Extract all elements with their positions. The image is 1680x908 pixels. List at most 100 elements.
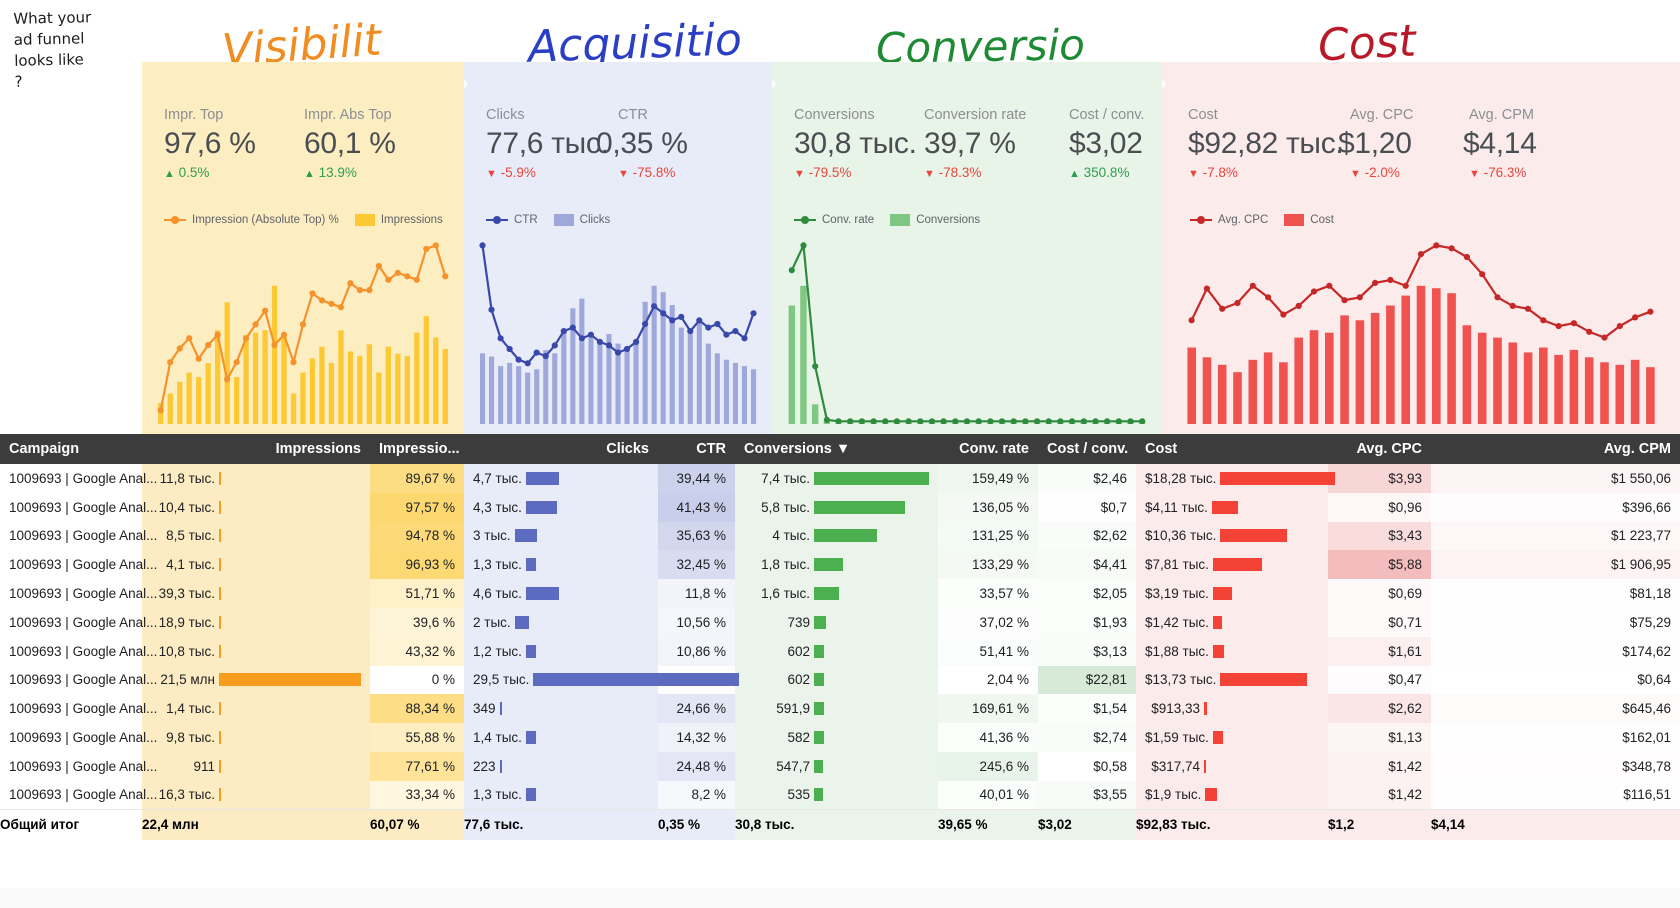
kpi-ctr: CTR 0,35 % ▼ -75.8% <box>596 106 736 183</box>
inline-bar <box>525 644 537 658</box>
cell-value: 16,3 тыс. <box>158 787 215 803</box>
table-row[interactable]: 1009693 | Google Anal... 21,5 млн 0 % 29,5 … <box>0 665 1680 695</box>
table-row[interactable]: 1009693 | Google Anal... 18,9 тыс. 39,6 % 2… <box>0 607 1680 637</box>
panel-cost[interactable]: Cost $92,82 тыс. ▼ -7.8% Avg. CPC $1,20 … <box>1162 62 1680 434</box>
kpi-label: Conversion rate <box>924 107 1027 123</box>
value-with-bar: 11,8 тыс. <box>151 471 361 486</box>
table-row[interactable]: 1009693 | Google Anal... 10,8 тыс. 43,32 %… <box>0 636 1680 666</box>
cell-impression-share: 94,78 % <box>370 521 464 551</box>
kpi-delta: ▼ -7.8% <box>1188 165 1238 180</box>
column-header-avg_cpm[interactable]: Avg. CPM <box>1431 434 1680 464</box>
cell-cost-per-conv: $2,74 <box>1038 723 1136 752</box>
column-header-cost[interactable]: Cost <box>1136 434 1328 464</box>
cell-value: 10,8 тыс. <box>158 643 215 659</box>
inline-bar <box>533 673 740 687</box>
inline-bar <box>814 558 843 572</box>
chart-cost <box>1184 232 1658 424</box>
total-cell-campaign: Общий итог <box>0 809 142 840</box>
cell-avg-cpm: $396,66 <box>1431 492 1680 522</box>
inline-bar-track <box>525 644 649 658</box>
kpi-avg-cpm: Avg. CPM $4,14 ▼ -76.3% <box>1463 106 1593 183</box>
value-with-bar: 8,5 тыс. <box>151 528 361 543</box>
table-row[interactable]: 1009693 | Google Anal... 39,3 тыс. 51,71 %… <box>0 579 1680 608</box>
inline-bar-track <box>219 587 361 601</box>
inline-bar-track <box>1205 788 1319 802</box>
total-cell-ctr: 0,35 % <box>658 809 735 840</box>
inline-bar <box>1220 471 1336 485</box>
cell-value: $1,9 тыс. <box>1145 787 1202 803</box>
value-with-bar: 582 <box>744 730 929 745</box>
cell-avg-cpm: $174,62 <box>1431 636 1680 666</box>
cell-value: 1,8 тыс. <box>761 557 810 573</box>
inline-bar <box>1212 731 1224 745</box>
inline-bar <box>219 731 221 745</box>
cell-value: 739 <box>787 614 810 630</box>
table-row[interactable]: 1009693 | Google Anal... 10,4 тыс. 97,57 %… <box>0 492 1680 522</box>
inline-bar-track <box>814 529 929 543</box>
cell-ctr: 39,44 % <box>658 464 735 493</box>
cell-avg-cpm: $0,64 <box>1431 665 1680 695</box>
inline-bar <box>525 500 557 514</box>
kpi-delta-value: -75.8% <box>632 165 676 180</box>
kpi-delta-value: -76.3% <box>1483 165 1527 180</box>
cell-value: 1,3 тыс. <box>473 787 522 803</box>
inline-bar-track <box>1212 558 1319 572</box>
table-header-row[interactable]: Campaign Impressions Impressio... Clicks CTR… <box>0 434 1680 464</box>
inline-bar-track <box>814 759 929 773</box>
chart-conversions <box>786 232 1148 424</box>
column-header-clicks[interactable]: Clicks <box>464 434 658 464</box>
kpi-label: Cost <box>1188 107 1218 123</box>
cell-cost: $1,42 тыс. <box>1136 607 1328 637</box>
value-with-bar: 2 тыс. <box>473 615 649 630</box>
column-header-ctr[interactable]: CTR <box>658 434 735 464</box>
panel-acquisition[interactable]: Clicks 77,6 тыс. ▼ -5.9% CTR 0,35 % ▼ -7… <box>464 62 772 434</box>
total-cell-clicks: 77,6 тыс. <box>464 809 658 840</box>
panel-conversion[interactable]: Conversions 30,8 тыс. ▼ -79.5% Conversio… <box>772 62 1162 434</box>
cell-impression-share: 39,6 % <box>370 607 464 637</box>
inline-bar <box>1220 673 1307 687</box>
kpi-value: 39,7 % <box>924 127 1016 160</box>
column-header-conversions[interactable]: Conversions ▼ <box>735 434 938 464</box>
kpi-value: $3,02 <box>1069 127 1143 160</box>
cell-conv-rate: 41,36 % <box>938 723 1038 752</box>
inline-bar-track <box>525 731 649 745</box>
kpi-delta: ▲ 13.9% <box>304 165 357 180</box>
cell-value: $7,81 тыс. <box>1145 557 1209 573</box>
panel-visibility[interactable]: Impr. Top 97,6 % ▲ 0.5% Impr. Abs Top 60… <box>142 62 464 434</box>
column-header-impr_share[interactable]: Impressio... <box>370 434 464 464</box>
inline-bar-track <box>1212 644 1319 658</box>
table-row[interactable]: 1009693 | Google Anal... 911 77,61 % 223 24,… <box>0 751 1680 781</box>
campaign-table-container[interactable]: Campaign Impressions Impressio... Clicks CTR… <box>0 434 1680 908</box>
inline-bar-track <box>525 500 649 514</box>
total-cell-impressions: 22,4 млн <box>142 809 370 840</box>
inline-bar-track <box>1212 587 1319 601</box>
cell-cost-per-conv: $2,05 <box>1038 579 1136 608</box>
column-header-campaign[interactable]: Campaign <box>0 434 142 464</box>
kpi-label: Impr. Abs Top <box>304 107 392 123</box>
inline-bar-track <box>814 731 929 745</box>
cell-campaign: 1009693 | Google Anal... <box>9 643 158 659</box>
funnel-panels: Impr. Top 97,6 % ▲ 0.5% Impr. Abs Top 60… <box>0 62 1680 434</box>
column-header-avg_cpc[interactable]: Avg. CPC <box>1328 434 1431 464</box>
column-header-cost_conv[interactable]: Cost / conv. <box>1038 434 1136 464</box>
table-row[interactable]: 1009693 | Google Anal... 8,5 тыс. 94,78 % 3… <box>0 521 1680 551</box>
cell-conv-rate: 51,41 % <box>938 636 1038 666</box>
cell-impression-share: 55,88 % <box>370 723 464 752</box>
table-row[interactable]: 1009693 | Google Anal... 1,4 тыс. 88,34 % 3… <box>0 694 1680 724</box>
value-with-bar: 1,4 тыс. <box>473 730 649 745</box>
column-header-conv_rate[interactable]: Conv. rate <box>938 434 1038 464</box>
table-row[interactable]: 1009693 | Google Anal... 16,3 тыс. 33,34 %… <box>0 780 1680 810</box>
table-row[interactable]: 1009693 | Google Anal... 9,8 тыс. 55,88 % 1… <box>0 723 1680 752</box>
cell-ctr: 11,8 % <box>658 579 735 608</box>
kpi-delta: ▼ -79.5% <box>794 165 852 180</box>
table-row[interactable]: 1009693 | Google Anal... 4,1 тыс. 96,93 % 1… <box>0 550 1680 580</box>
column-header-impressions[interactable]: Impressions <box>142 434 370 464</box>
value-with-bar: 1,4 тыс. <box>151 701 361 716</box>
cell-value: 3 тыс. <box>473 528 511 544</box>
kpi-delta-value: 0.5% <box>178 165 210 180</box>
arrow-right-icon <box>1162 79 1166 89</box>
table-row[interactable]: 1009693 | Google Anal... 11,8 тыс. 89,67 %… <box>0 464 1680 493</box>
value-with-bar: 4,7 тыс. <box>473 471 649 486</box>
cell-impression-share: 33,34 % <box>370 780 464 810</box>
table-body[interactable]: 1009693 | Google Anal... 11,8 тыс. 89,67 %… <box>0 464 1680 810</box>
